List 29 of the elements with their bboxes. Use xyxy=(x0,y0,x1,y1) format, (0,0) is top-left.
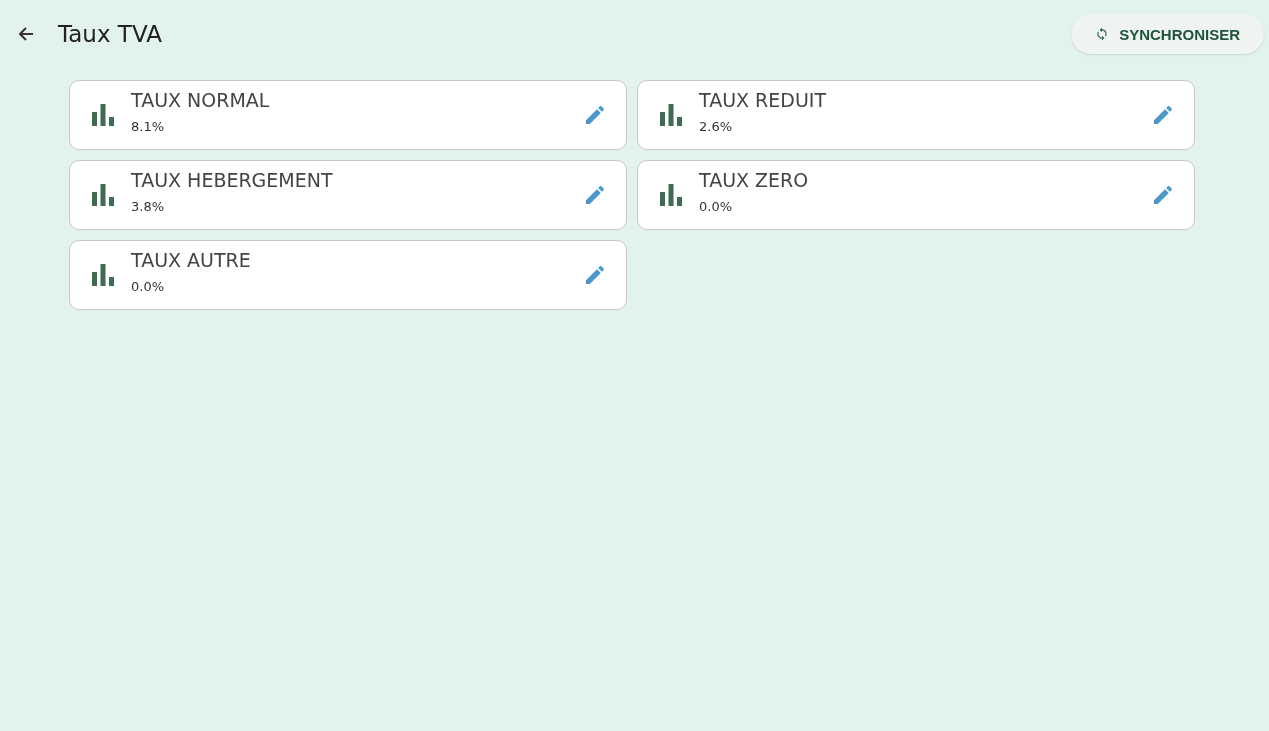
bar-chart-icon xyxy=(92,184,114,206)
rate-value: 2.6% xyxy=(699,118,734,134)
sync-button[interactable]: SYNCHRONISER xyxy=(1071,14,1264,54)
rate-value: 0.0% xyxy=(699,198,734,214)
edit-button[interactable] xyxy=(584,104,606,126)
rate-name: TAUX HEBERGEMENT xyxy=(131,168,334,191)
pencil-icon xyxy=(1154,186,1172,204)
edit-button[interactable] xyxy=(1152,104,1174,126)
rate-value: 8.1% xyxy=(131,118,166,134)
page-title: Taux TVA xyxy=(58,21,163,47)
bar-chart-icon xyxy=(660,104,682,126)
rate-name: TAUX ZERO xyxy=(699,168,810,191)
bar-chart-icon xyxy=(92,104,114,126)
edit-button[interactable] xyxy=(584,264,606,286)
rate-value: 0.0% xyxy=(131,278,166,294)
back-arrow-icon xyxy=(18,26,34,42)
sync-icon xyxy=(1095,27,1110,41)
edit-button[interactable] xyxy=(584,184,606,206)
rate-name: TAUX AUTRE xyxy=(131,248,252,271)
pencil-icon xyxy=(586,266,604,284)
pencil-icon xyxy=(586,186,604,204)
bar-chart-icon xyxy=(660,184,682,206)
pencil-icon xyxy=(1154,106,1172,124)
rate-name: TAUX REDUIT xyxy=(699,88,828,111)
bar-chart-icon xyxy=(92,264,114,286)
rate-name: TAUX NORMAL xyxy=(131,88,271,111)
rate-value: 3.8% xyxy=(131,198,166,214)
pencil-icon xyxy=(586,106,604,124)
edit-button[interactable] xyxy=(1152,184,1174,206)
